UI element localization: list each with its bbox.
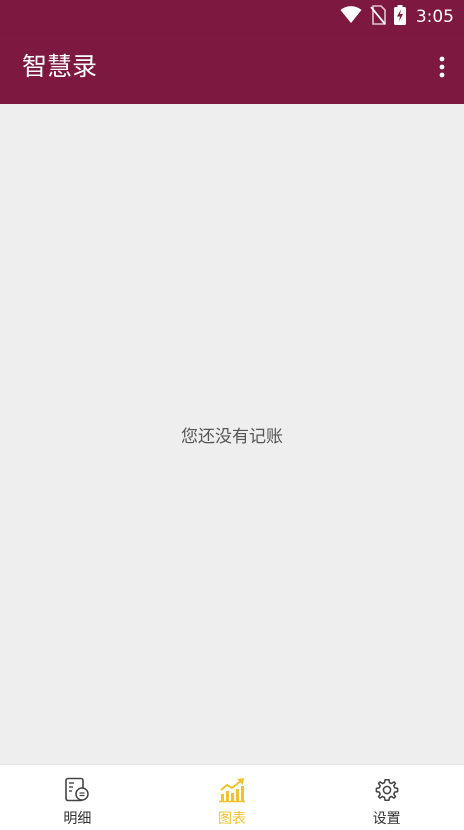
ledger-icon [63,776,91,804]
nav-label-details: 明细 [63,811,92,827]
chart-icon [218,776,246,804]
empty-state-message: 您还没有记账 [181,427,283,447]
gear-icon [373,776,401,804]
battery-charging-icon [393,5,406,29]
main-content: 您还没有记账 [0,104,464,764]
app-bar: 智慧录 [0,34,464,104]
nav-label-settings: 设置 [372,811,401,827]
status-time: 3:05 [415,7,454,27]
nav-label-charts: 图表 [218,811,246,827]
status-bar: 3:05 [0,0,464,34]
no-sim-icon [370,5,386,29]
wifi-icon [340,6,362,28]
app-title: 智慧录 [22,52,98,81]
nav-item-settings[interactable]: 设置 [309,765,464,830]
overflow-menu-button[interactable] [434,52,450,86]
app-screen: 3:05 智慧录 您还没有记账 明细 图表 设置 [0,0,464,830]
status-icons: 3:05 [340,0,454,34]
nav-item-charts[interactable]: 图表 [155,765,310,830]
more-vert-icon [439,56,445,82]
nav-item-details[interactable]: 明细 [0,765,155,830]
bottom-navigation: 明细 图表 设置 [0,764,464,830]
